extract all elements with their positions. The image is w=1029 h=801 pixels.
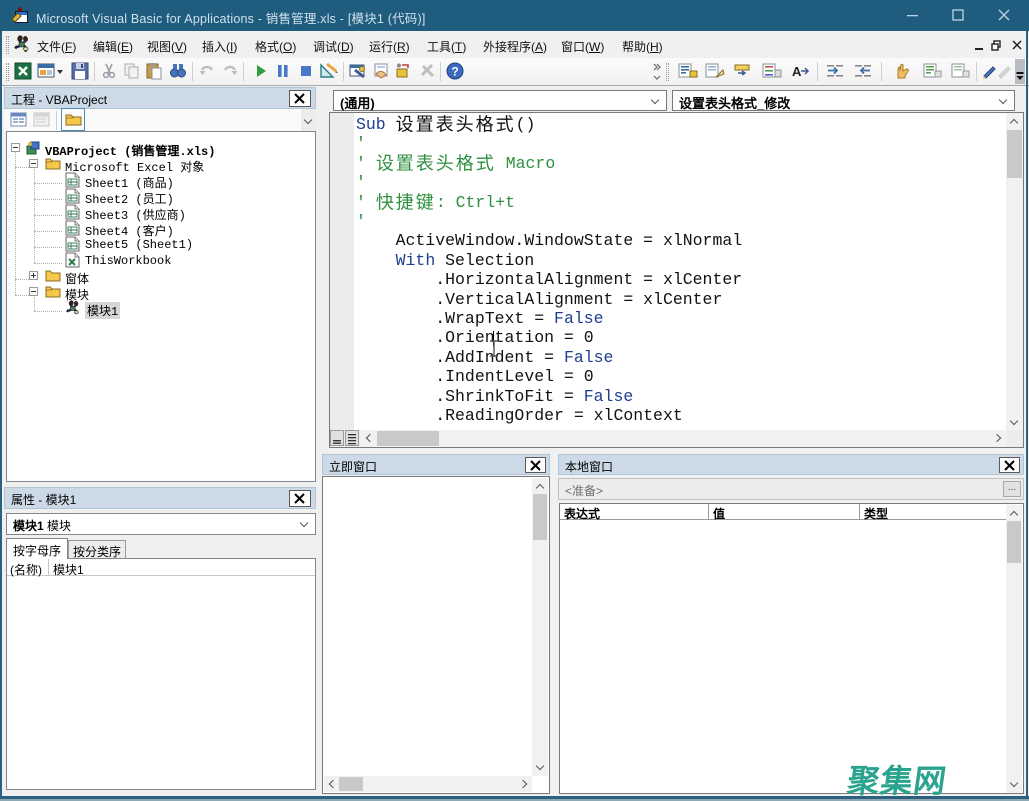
- svg-text:A: A: [792, 64, 802, 79]
- svg-text:?: ?: [451, 65, 458, 79]
